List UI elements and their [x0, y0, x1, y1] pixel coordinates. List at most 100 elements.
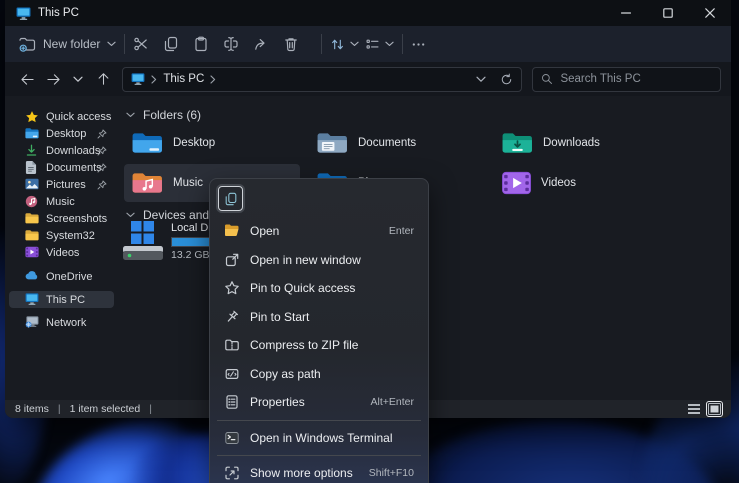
cut-button[interactable]	[133, 36, 163, 52]
sort-button[interactable]	[330, 30, 359, 58]
refresh-icon[interactable]	[500, 73, 513, 86]
sidebar-item-downloads[interactable]: Downloads	[9, 142, 114, 159]
sidebar-item-label: Documents	[46, 162, 102, 174]
open-folder-icon	[224, 223, 240, 239]
menu-item-label: Open in Windows Terminal	[250, 431, 393, 445]
sidebar-item-quick-access[interactable]: Quick access	[9, 108, 114, 125]
tile-label: Videos	[541, 177, 576, 189]
sidebar-item-pictures[interactable]: Pictures	[9, 176, 114, 193]
search-input[interactable]	[560, 73, 700, 85]
search-box[interactable]	[532, 67, 721, 92]
downloads-folder-icon	[501, 130, 534, 156]
sidebar-item-label: Music	[46, 196, 75, 208]
context-menu-icon-row	[215, 185, 423, 217]
address-dropdown-chevron-icon[interactable]	[476, 76, 486, 83]
video-icon	[25, 246, 39, 260]
sidebar-item-videos[interactable]: Videos	[9, 244, 114, 261]
rename-button[interactable]	[223, 36, 253, 52]
menu-item-label: Pin to Quick access	[250, 281, 355, 295]
computer-icon	[25, 293, 39, 307]
desktop-folder-icon	[25, 127, 39, 141]
sidebar-item-network[interactable]: Network	[9, 314, 114, 331]
sidebar-item-system32[interactable]: System32	[9, 227, 114, 244]
menu-item-properties[interactable]: Properties Alt+Enter	[215, 388, 423, 417]
up-button[interactable]	[91, 72, 116, 86]
pin-icon	[97, 180, 107, 190]
breadcrumb-item-this-pc[interactable]: This PC	[163, 73, 204, 85]
sidebar-item-label: Desktop	[46, 128, 86, 140]
new-folder-chevron-icon[interactable]	[107, 41, 116, 47]
details-view-button[interactable]	[687, 403, 701, 415]
view-button[interactable]	[365, 30, 394, 58]
desktop-folder-icon	[131, 130, 164, 156]
open-new-window-icon	[224, 252, 240, 268]
folders-section-header[interactable]: Folders (6)	[126, 108, 201, 122]
star-outline-icon	[224, 280, 240, 296]
sidebar-item-desktop[interactable]: Desktop	[9, 125, 114, 142]
delete-button[interactable]	[283, 36, 313, 52]
menu-item-open-in-windows-terminal[interactable]: Open in Windows Terminal	[215, 424, 423, 453]
recent-locations-chevron-icon[interactable]	[66, 76, 91, 83]
menu-item-open-in-new-window[interactable]: Open in new window	[215, 246, 423, 275]
breadcrumb-bar[interactable]: This PC	[122, 67, 522, 92]
title-bar: This PC	[5, 0, 731, 26]
minimize-button[interactable]	[605, 0, 647, 26]
folder-tile-desktop[interactable]: Desktop	[124, 124, 300, 162]
back-button[interactable]	[15, 73, 40, 86]
local-disk-icon	[122, 220, 166, 262]
copy-icon-button[interactable]	[218, 186, 243, 211]
more-options-button[interactable]	[411, 37, 441, 52]
new-folder-button[interactable]: New folder	[19, 30, 116, 58]
folder-tile-documents[interactable]: Documents	[309, 124, 485, 162]
items-count: 8 items	[15, 403, 49, 415]
sidebar-item-label: Quick access	[46, 111, 111, 123]
sidebar-item-label: Network	[46, 317, 86, 329]
command-bar: New folder	[5, 26, 731, 62]
share-button[interactable]	[253, 36, 283, 52]
sidebar-item-screenshots[interactable]: Screenshots	[9, 210, 114, 227]
collapse-chevron-icon	[126, 112, 135, 118]
folder-icon	[25, 229, 39, 243]
pushpin-icon	[224, 309, 240, 325]
menu-item-label: Show more options	[250, 466, 353, 480]
toolbar-divider	[321, 34, 322, 54]
forward-button[interactable]	[40, 73, 65, 86]
menu-item-label: Open in new window	[250, 253, 361, 267]
view-chevron-icon	[385, 41, 394, 47]
menu-separator	[217, 420, 421, 421]
sidebar-item-onedrive[interactable]: OneDrive	[9, 268, 114, 285]
menu-item-copy-as-path[interactable]: Copy as path	[215, 360, 423, 389]
sidebar-item-this-pc[interactable]: This PC	[9, 291, 114, 308]
picture-icon	[25, 178, 39, 192]
view-icon	[365, 37, 380, 52]
folder-tile-videos[interactable]: Videos	[494, 164, 670, 202]
collapse-chevron-icon	[126, 212, 135, 218]
large-icons-view-button[interactable]	[708, 403, 721, 415]
caption-buttons	[605, 0, 731, 26]
sidebar-item-music[interactable]: Music	[9, 193, 114, 210]
pin-icon	[97, 129, 107, 139]
zip-folder-icon	[224, 337, 240, 353]
menu-item-open[interactable]: Open Enter	[215, 217, 423, 246]
menu-item-label: Compress to ZIP file	[250, 338, 358, 352]
breadcrumb-chevron-icon[interactable]	[210, 75, 216, 84]
close-button[interactable]	[689, 0, 731, 26]
menu-item-show-more-options[interactable]: Show more options Shift+F10	[215, 459, 423, 483]
tile-label: Downloads	[543, 137, 600, 149]
breadcrumb-location-icon	[131, 73, 145, 85]
menu-item-shortcut: Alt+Enter	[371, 396, 414, 408]
sidebar-item-label: OneDrive	[46, 271, 92, 283]
sidebar-item-label: Videos	[46, 247, 79, 259]
menu-item-pin-to-start[interactable]: Pin to Start	[215, 303, 423, 332]
properties-list-icon	[224, 394, 240, 410]
folder-tile-downloads[interactable]: Downloads	[494, 124, 670, 162]
menu-item-pin-to-quick-access[interactable]: Pin to Quick access	[215, 274, 423, 303]
context-menu: Open Enter Open in new window Pin to Qui…	[209, 178, 429, 483]
copy-button[interactable]	[163, 36, 193, 52]
documents-folder-icon	[316, 130, 349, 156]
paste-button[interactable]	[193, 36, 223, 52]
menu-item-compress-to-zip[interactable]: Compress to ZIP file	[215, 331, 423, 360]
maximize-button[interactable]	[647, 0, 689, 26]
tile-label: Music	[173, 177, 203, 189]
sidebar-item-documents[interactable]: Documents	[9, 159, 114, 176]
